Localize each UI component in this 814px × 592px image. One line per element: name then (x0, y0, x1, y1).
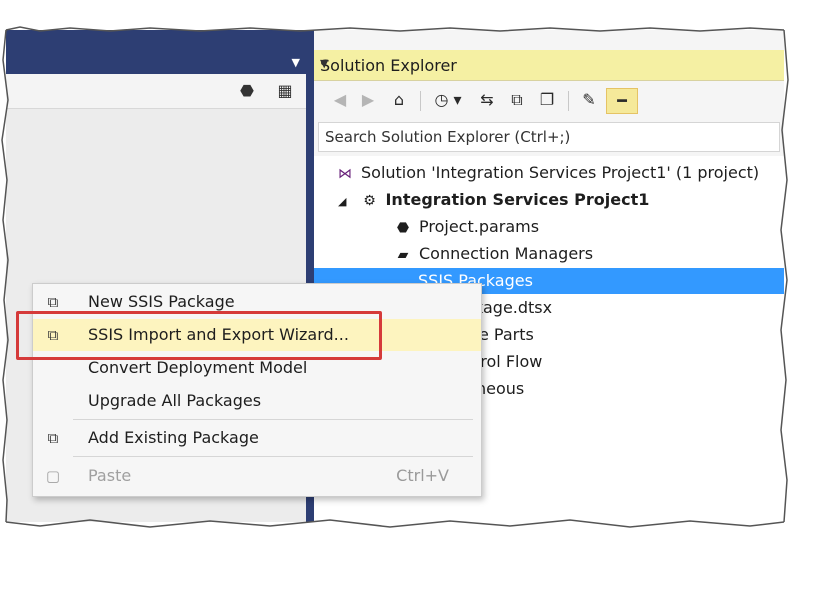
toolbar-separator (420, 91, 421, 111)
properties-icon[interactable]: ✎ (576, 88, 602, 112)
solution-explorer-title-bar: Solution Explorer ▼ (314, 50, 784, 81)
menu-item-upgrade-all-packages[interactable]: Upgrade All Packages (33, 385, 481, 417)
home-icon[interactable]: ⌂ (386, 88, 412, 112)
folder-icon: ▰ (397, 247, 409, 263)
history-icon[interactable]: ◷ ▾ (428, 88, 468, 112)
tree-item-miscellaneous[interactable]: neous (476, 376, 524, 402)
tree-item-solution[interactable]: ⋈ Solution 'Integration Services Project1… (334, 160, 759, 186)
tree-item-control-flow[interactable]: trol Flow (474, 349, 542, 375)
tree-item-connection-managers[interactable]: ▰ Connection Managers (392, 241, 593, 267)
chevron-down-icon[interactable]: ▼ (320, 57, 776, 70)
menu-separator (73, 419, 473, 420)
add-package-icon: ⧉ (47, 429, 59, 447)
tree-item-package-parts[interactable]: e Parts (479, 322, 534, 348)
project-icon: ⚙ (363, 193, 376, 209)
params-icon: ⬣ (396, 220, 410, 236)
highlight-box (16, 311, 382, 360)
sync-icon[interactable]: ⇆ (474, 88, 500, 112)
solution-explorer-search[interactable]: Search Solution Explorer (Ctrl+;) (318, 122, 780, 152)
tree-item-package[interactable]: kage.dtsx (474, 295, 552, 321)
solution-explorer-toolbar: ◀ ▶ ⌂ ◷ ▾ ⇆ ⧉ ❐ ✎ ━ (314, 81, 784, 119)
grid-icon[interactable]: ▦ (274, 80, 296, 102)
back-icon[interactable]: ◀ (328, 88, 352, 112)
editor-toolbar: ⬣ ▦ (6, 74, 306, 109)
forward-icon[interactable]: ▶ (356, 88, 380, 112)
tree-item-project-params[interactable]: ⬣ Project.params (392, 214, 539, 240)
chevron-down-icon[interactable]: ▼ (292, 56, 300, 69)
pin-icon[interactable]: ━ (606, 88, 638, 114)
expand-arrow-icon[interactable]: ◢ (338, 195, 346, 208)
menu-item-add-existing-package[interactable]: ⧉ Add Existing Package (33, 422, 481, 454)
menu-separator (73, 456, 473, 457)
editor-title-bar: ▼ (6, 30, 306, 74)
tree-item-project[interactable]: ◢ ⚙ Integration Services Project1 (338, 187, 649, 213)
toolbar-separator (568, 91, 569, 111)
paste-icon: ▢ (45, 467, 61, 485)
collapse-icon[interactable]: ⧉ (504, 88, 530, 112)
params-icon[interactable]: ⬣ (236, 80, 258, 102)
show-all-files-icon[interactable]: ❐ (534, 88, 560, 112)
menu-item-paste[interactable]: ▢ Paste Ctrl+V (33, 460, 481, 492)
solution-icon: ⋈ (338, 166, 352, 182)
package-icon: ⧉ (47, 293, 59, 311)
search-placeholder: Search Solution Explorer (Ctrl+;) (325, 128, 571, 146)
